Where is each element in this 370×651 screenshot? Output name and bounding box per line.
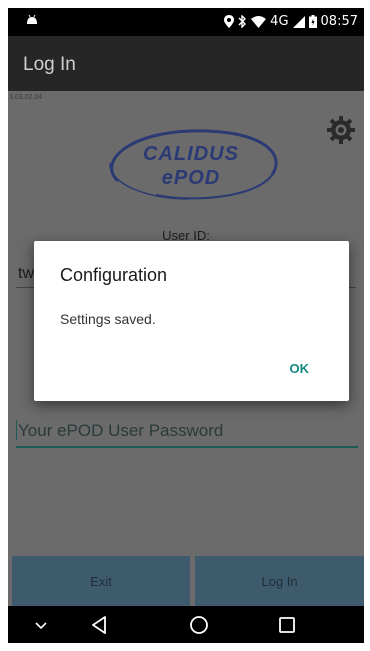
location-icon (224, 15, 235, 28)
navigation-bar (8, 606, 364, 643)
calidus-epod-logo: CALIDUS ePOD (96, 123, 286, 205)
button-row: Exit Log In (8, 556, 364, 606)
gear-icon[interactable] (326, 115, 356, 145)
app-title: Log In (23, 54, 76, 75)
configuration-dialog: Configuration Settings saved. OK (34, 241, 349, 401)
userid-value: tw (18, 265, 34, 282)
recents-square-icon[interactable] (276, 614, 298, 636)
status-bar: 4G 08:57 (8, 8, 364, 36)
text-cursor (16, 420, 17, 440)
bluetooth-icon (238, 15, 247, 28)
chevron-down-icon[interactable] (30, 614, 52, 636)
status-icons: 4G 08:57 (224, 14, 358, 29)
ok-button[interactable]: OK (284, 357, 316, 380)
home-circle-icon[interactable] (188, 614, 210, 636)
app-bar: Log In (8, 36, 364, 91)
status-time: 08:57 (320, 14, 358, 29)
exit-button[interactable]: Exit (12, 556, 190, 606)
back-triangle-icon[interactable] (89, 614, 111, 636)
logo-line-1: CALIDUS (143, 143, 239, 165)
password-placeholder: Your ePOD User Password (18, 421, 224, 440)
version-label: 3.03.02.04 (9, 94, 43, 101)
logo-line-2: ePOD (161, 167, 221, 189)
battery-icon (308, 15, 317, 28)
dialog-title: Configuration (60, 265, 168, 285)
password-field[interactable]: Your ePOD User Password (16, 416, 358, 448)
login-button[interactable]: Log In (195, 556, 364, 606)
login-screen: 3.03.02.04 CALIDUS ePOD User ID: tw Your… (8, 91, 364, 606)
dialog-message: Settings saved. (60, 311, 156, 327)
network-type: 4G (270, 14, 289, 29)
android-notification-icon (27, 15, 37, 24)
phone-screen: 4G 08:57 Log In 3.03.02.04 CALIDUS ePOD … (8, 8, 364, 643)
wifi-icon (251, 15, 267, 28)
signal-icon (292, 15, 305, 28)
